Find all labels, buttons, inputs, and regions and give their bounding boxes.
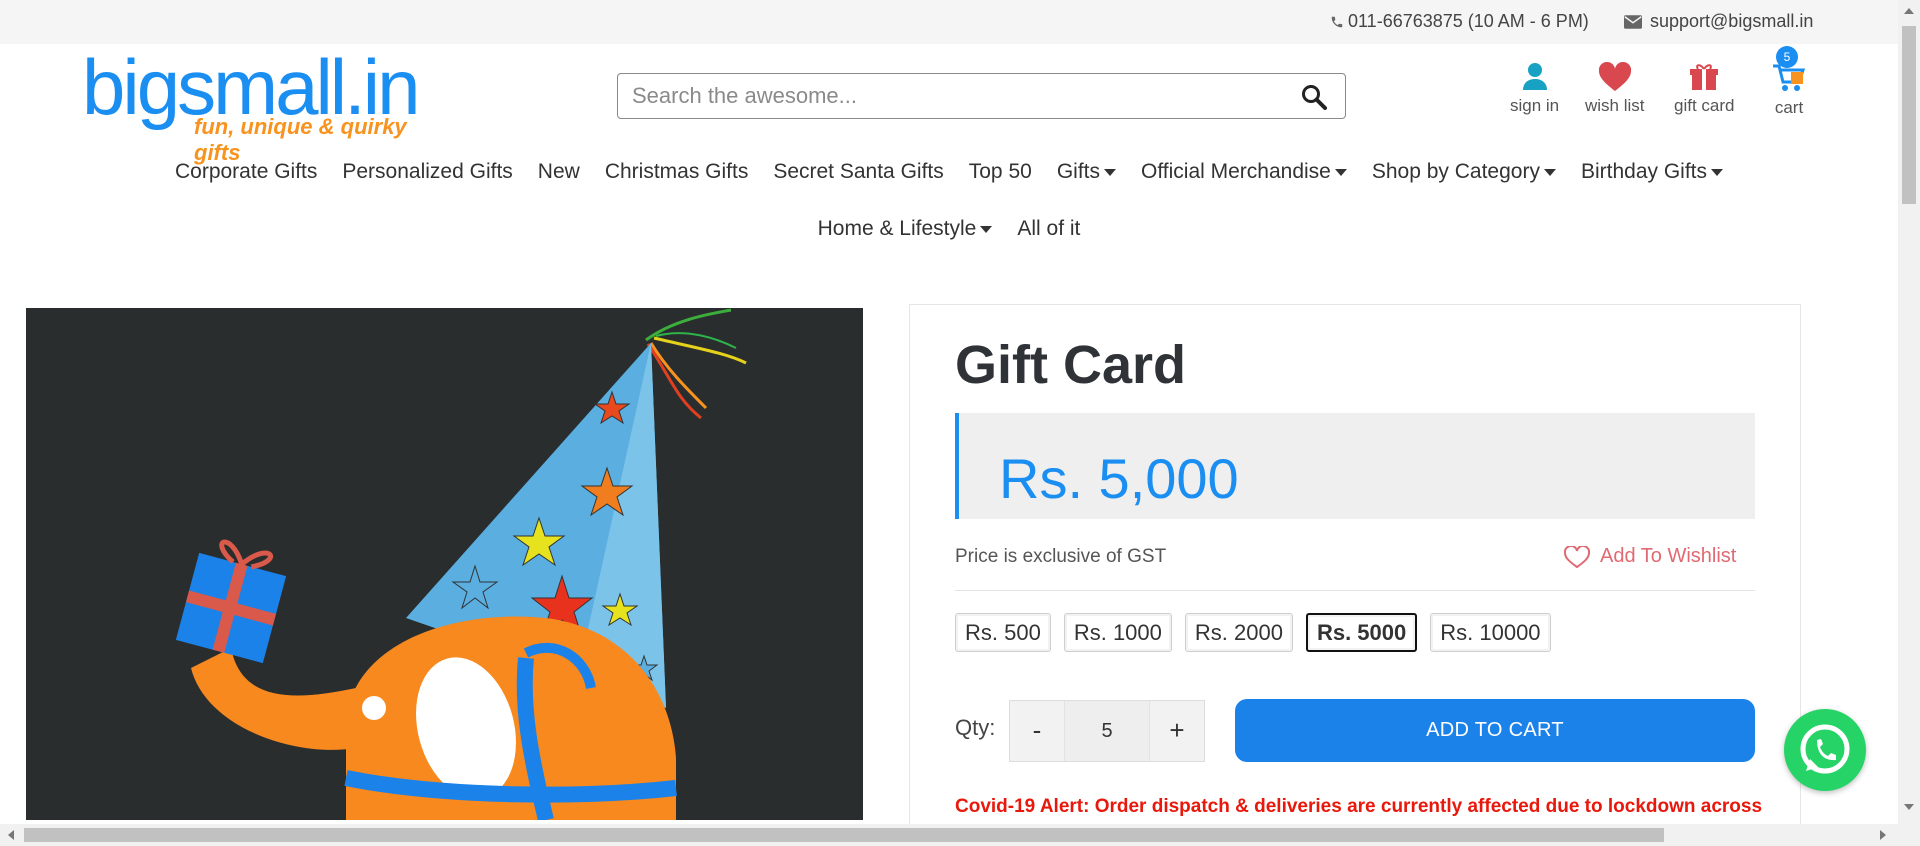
sign-in-link[interactable]: sign in [1510, 62, 1559, 116]
nav-item-gifts[interactable]: Gifts [1057, 160, 1116, 184]
horizontal-scroll-thumb[interactable] [24, 828, 1664, 842]
nav-item-top-50[interactable]: Top 50 [969, 160, 1032, 184]
caret-down-icon [1334, 168, 1347, 176]
phone-icon [1331, 16, 1343, 27]
wish-list-link[interactable]: wish list [1585, 62, 1645, 116]
price-box: Rs. 5,000 [955, 413, 1755, 519]
phone-text: 011-66763875 (10 AM - 6 PM) [1348, 11, 1589, 31]
denomination-5000-selected[interactable]: Rs. 5000 [1305, 613, 1418, 652]
horizontal-scrollbar[interactable] [0, 824, 1920, 846]
nav-item-new[interactable]: New [538, 160, 580, 184]
qty-value-field[interactable]: 5 [1064, 701, 1150, 761]
denomination-2000[interactable]: Rs. 2000 [1184, 613, 1293, 652]
scroll-right-arrow-icon[interactable] [1880, 830, 1886, 840]
nav-item-personalized-gifts[interactable]: Personalized Gifts [342, 160, 512, 184]
sign-in-label: sign in [1510, 96, 1560, 115]
divider [955, 590, 1755, 591]
email-contact[interactable]: support@bigsmall.in [1624, 11, 1813, 32]
add-to-cart-button[interactable]: ADD TO CART [1235, 699, 1755, 762]
nav-row-secondary: Home & Lifestyle All of it [0, 217, 1898, 241]
phone-contact[interactable]: 011-66763875 (10 AM - 6 PM) [1330, 11, 1589, 32]
denomination-10000[interactable]: Rs. 10000 [1430, 613, 1551, 652]
envelope-icon [1624, 14, 1642, 29]
site-logo[interactable]: bigsmall.in fun, unique & quirky gifts [82, 43, 442, 165]
cart-count-badge: 5 [1776, 46, 1798, 68]
search-bar [617, 73, 1346, 119]
qty-increment-button[interactable]: + [1150, 701, 1204, 761]
wish-list-label: wish list [1585, 96, 1645, 115]
caret-down-icon [1711, 168, 1724, 176]
logo-tagline: fun, unique & quirky gifts [194, 114, 407, 165]
gift-icon [1690, 64, 1719, 90]
product-image[interactable] [26, 308, 863, 820]
cart-link[interactable]: cart [1771, 62, 1807, 118]
nav-item-all-of-it[interactable]: All of it [1017, 217, 1080, 241]
quantity-stepper: - 5 + [1009, 700, 1205, 762]
search-input[interactable] [632, 82, 1272, 110]
gift-card-label: gift card [1674, 96, 1735, 115]
product-title: Gift Card [955, 335, 1187, 395]
caret-down-icon [1543, 168, 1556, 176]
top-contact-bar: 011-66763875 (10 AM - 6 PM) support@bigs… [0, 0, 1898, 44]
add-to-wishlist-label: Add To Wishlist [1600, 545, 1737, 567]
scroll-up-arrow-icon[interactable] [1904, 8, 1914, 14]
whatsapp-chat-button[interactable] [1784, 709, 1866, 791]
nav-item-shop-by-category[interactable]: Shop by Category [1372, 160, 1556, 184]
nav-item-christmas-gifts[interactable]: Christmas Gifts [605, 160, 749, 184]
nav-item-home-lifestyle[interactable]: Home & Lifestyle [818, 217, 993, 241]
cart-label: cart [1774, 98, 1804, 117]
vertical-scroll-thumb[interactable] [1902, 26, 1916, 204]
nav-item-official-merchandise[interactable]: Official Merchandise [1141, 160, 1347, 184]
heart-icon [1598, 62, 1631, 91]
elephant-party-hat-illustration [175, 308, 747, 820]
nav-item-secret-santa-gifts[interactable]: Secret Santa Gifts [773, 160, 943, 184]
denomination-1000[interactable]: Rs. 1000 [1063, 613, 1172, 652]
vertical-scrollbar[interactable] [1898, 0, 1920, 824]
denomination-options: Rs. 500 Rs. 1000 Rs. 2000 Rs. 5000 Rs. 1… [955, 613, 1551, 652]
gift-card-link[interactable]: gift card [1674, 62, 1734, 116]
caret-down-icon [980, 225, 993, 233]
heart-outline-icon [1564, 545, 1590, 568]
nav-row-primary: Corporate Gifts Personalized Gifts New C… [0, 160, 1898, 184]
denomination-500[interactable]: Rs. 500 [955, 613, 1051, 652]
qty-label: Qty: [955, 715, 996, 740]
nav-item-birthday-gifts[interactable]: Birthday Gifts [1581, 160, 1724, 184]
scroll-left-arrow-icon[interactable] [8, 830, 14, 840]
whatsapp-icon [1800, 724, 1850, 774]
email-text: support@bigsmall.in [1650, 11, 1814, 31]
search-icon[interactable] [1301, 84, 1327, 110]
add-to-wishlist-button[interactable]: Add To Wishlist [1564, 545, 1736, 568]
qty-decrement-button[interactable]: - [1010, 701, 1064, 761]
nav-item-corporate-gifts[interactable]: Corporate Gifts [175, 160, 317, 184]
scroll-down-arrow-icon[interactable] [1904, 804, 1914, 810]
covid-alert-text: Covid-19 Alert: Order dispatch & deliver… [955, 796, 1763, 817]
product-price: Rs. 5,000 [999, 447, 1239, 510]
gst-note: Price is exclusive of GST [955, 546, 1167, 567]
caret-down-icon [1103, 168, 1116, 176]
user-icon [1522, 63, 1547, 90]
